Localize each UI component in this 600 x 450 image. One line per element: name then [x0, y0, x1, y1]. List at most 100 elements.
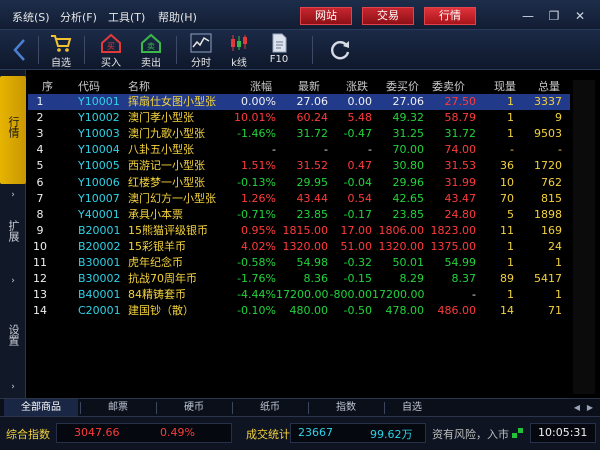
cell-no: 11 — [33, 256, 47, 269]
scroll-right-icon[interactable]: ▶ — [585, 402, 595, 414]
status-bar: 综合指数 3047.66 0.49% 成交统计 23667 99.62万 资有风… — [0, 416, 600, 450]
chevron-right-icon[interactable]: › — [0, 270, 26, 286]
f10-button[interactable]: F10 — [262, 33, 296, 69]
table-row[interactable]: 7 Y10007 澳门幻方一小型张 1.26% 43.44 0.54 42.65 43.47 7… — [28, 191, 570, 207]
table-row[interactable]: 9 B20001 15熊猫评级银币 0.95% 1815.00 17.00 1806.00 1… — [28, 223, 570, 239]
buy-button[interactable]: 买 买入 — [94, 33, 128, 69]
tab-extension-label: 扩展 — [7, 220, 20, 242]
cell-last: 17200.00 — [276, 288, 329, 302]
cell-last: 23.85 — [296, 207, 329, 221]
cell-bid: 49.32 — [392, 111, 425, 125]
cell-last: 480.00 — [289, 304, 329, 318]
column-header[interactable]: 涨幅 — [250, 78, 272, 94]
cell-last: - — [324, 143, 328, 157]
cell-bid: 17200.00 — [372, 288, 425, 302]
column-header[interactable]: 涨跌 — [346, 78, 368, 94]
buy-label: 买入 — [101, 58, 121, 69]
cell-ask: 27.50 — [444, 95, 477, 108]
cell-ask: 31.99 — [444, 175, 477, 189]
cell-vol: - — [510, 143, 514, 157]
chevron-right-icon[interactable]: › — [0, 376, 26, 392]
menu-tools[interactable]: 工具(T) — [108, 9, 145, 25]
cell-total: 3337 — [534, 95, 562, 108]
restore-icon[interactable]: ❐ — [546, 8, 562, 24]
cell-ask: 1375.00 — [430, 239, 477, 253]
cell-chg: -0.04 — [343, 175, 372, 189]
website-button[interactable]: 网站 — [300, 7, 352, 25]
column-header[interactable]: 总量 — [538, 78, 560, 94]
column-header[interactable]: 代码 — [78, 78, 100, 94]
cell-chg: -0.50 — [343, 304, 372, 318]
column-header[interactable]: 委卖价 — [432, 78, 465, 94]
kline-button[interactable]: k线 — [222, 33, 256, 69]
column-header[interactable]: 序 — [42, 78, 53, 94]
cell-vol: 36 — [500, 159, 514, 173]
cell-total: 1 — [555, 256, 562, 269]
table-row[interactable]: 14 C20001 建国钞（散） -0.10% 480.00 -0.50 478.00 486… — [28, 303, 570, 319]
toolbar-divider — [38, 36, 39, 64]
vertical-scrollbar[interactable] — [573, 80, 595, 394]
table-row[interactable]: 4 Y10004 八卦五小型张 - - -70.00 74.00- - — [28, 142, 570, 158]
minimize-icon[interactable]: — — [520, 8, 536, 24]
column-header[interactable]: 委买价 — [386, 78, 419, 94]
tab-extension[interactable]: 扩展 — [0, 206, 26, 266]
table-row[interactable]: 3 Y10003 澳门九歌小型张 -1.46% 31.72 -0.47 31.25 31.72… — [28, 126, 570, 142]
risk-notice: 资有风险，入市 — [432, 428, 509, 441]
sell-button[interactable]: 卖 卖出 — [134, 33, 168, 69]
cell-code: Y10002 — [78, 111, 120, 125]
cell-total: 169 — [541, 223, 562, 237]
table-row[interactable]: 2 Y10002 澳门孝小型张 10.01% 60.24 5.48 49.32 58.79 1 9 — [28, 110, 570, 126]
table-row[interactable]: 5 Y10005 西游记一小型张 1.51% 31.52 0.47 30.80 31.53 36… — [28, 158, 570, 174]
cell-last: 1815.00 — [282, 223, 329, 237]
back-arrow-icon[interactable] — [10, 36, 30, 64]
intraday-button[interactable]: 分时 — [184, 33, 218, 69]
cell-total: 815 — [541, 191, 562, 205]
close-icon[interactable]: ✕ — [572, 8, 588, 24]
tab-all-items[interactable]: 全部商品 — [4, 399, 78, 417]
refresh-icon[interactable] — [328, 38, 352, 62]
cell-bid: 23.85 — [392, 207, 425, 221]
cell-last: 27.06 — [296, 95, 329, 108]
scroll-left-icon[interactable]: ◀ — [572, 402, 582, 414]
watchlist-button[interactable]: 自选 — [44, 33, 78, 69]
menu-help[interactable]: 帮助(H) — [158, 9, 197, 25]
quotes-button[interactable]: 行情 — [424, 7, 476, 25]
tab-quotes[interactable]: 行情 — [0, 76, 26, 184]
table-row[interactable]: 10 B20002 15彩银羊币 4.02% 1320.00 51.00 1320.00 13… — [28, 239, 570, 255]
tab-coins[interactable]: 硬币 — [158, 399, 230, 417]
table-row[interactable]: 13 B40001 84精铸套币 -4.44% 17200.00 -800.00 17200… — [28, 287, 570, 303]
column-header[interactable]: 名称 — [128, 78, 150, 94]
cell-ask: 43.47 — [444, 191, 477, 205]
cell-chg: -0.15 — [343, 272, 372, 286]
cell-bid: 42.65 — [392, 191, 425, 205]
column-header[interactable]: 最新 — [298, 78, 320, 94]
cell-code: Y10005 — [78, 159, 120, 173]
table-row[interactable]: 8 Y40001 承具小本票 -0.71% 23.85 -0.17 23.85 24.80 5 1… — [28, 207, 570, 223]
cell-code: B40001 — [78, 288, 121, 302]
menu-analysis[interactable]: 分析(F) — [60, 9, 97, 25]
chevron-right-icon[interactable]: › — [0, 184, 26, 200]
menu-system[interactable]: 系统(S) — [12, 9, 50, 25]
cell-no: 8 — [36, 207, 44, 221]
cell-bid: 1320.00 — [378, 239, 425, 253]
tab-settings[interactable]: 设置 — [0, 310, 26, 370]
table-row[interactable]: 6 Y10006 红楼梦一小型张 -0.13% 29.95 -0.04 29.96 31.99… — [28, 175, 570, 191]
cell-bid: 1806.00 — [378, 223, 425, 237]
tab-banknotes[interactable]: 纸币 — [234, 399, 306, 417]
table-row[interactable]: 1 Y10001 挥扇仕女图小型张 0.00% 27.06 0.00 27.06 27.50 1… — [28, 94, 570, 110]
cell-chg: 5.48 — [347, 111, 373, 125]
tab-index[interactable]: 指数 — [310, 399, 382, 417]
cell-total: 5417 — [534, 272, 562, 286]
cell-chg: 51.00 — [340, 239, 373, 253]
tab-stamps[interactable]: 邮票 — [82, 399, 154, 417]
trade-button[interactable]: 交易 — [362, 7, 414, 25]
menu-bar: 系统(S) 分析(F) 工具(T) 帮助(H) 网站 交易 行情 — ❐ ✕ — [0, 0, 600, 30]
cell-vol: 11 — [500, 223, 514, 237]
category-tabs: 全部商品 邮票 硬币 纸币 指数 自选 ◀ ▶ — [0, 398, 600, 417]
cell-vol: 70 — [500, 191, 514, 205]
cell-chg: -0.32 — [343, 256, 372, 269]
table-row[interactable]: 12 B30002 抗战70周年币 -1.76% 8.36 -0.15 8.29 8.37 89… — [28, 271, 570, 287]
table-row[interactable]: 11 B30001 虎年纪念币 -0.58% 54.98 -0.32 50.01 54.99 1… — [28, 255, 570, 271]
tab-watchlist[interactable]: 自选 — [386, 399, 438, 417]
column-header[interactable]: 现量 — [494, 78, 516, 94]
